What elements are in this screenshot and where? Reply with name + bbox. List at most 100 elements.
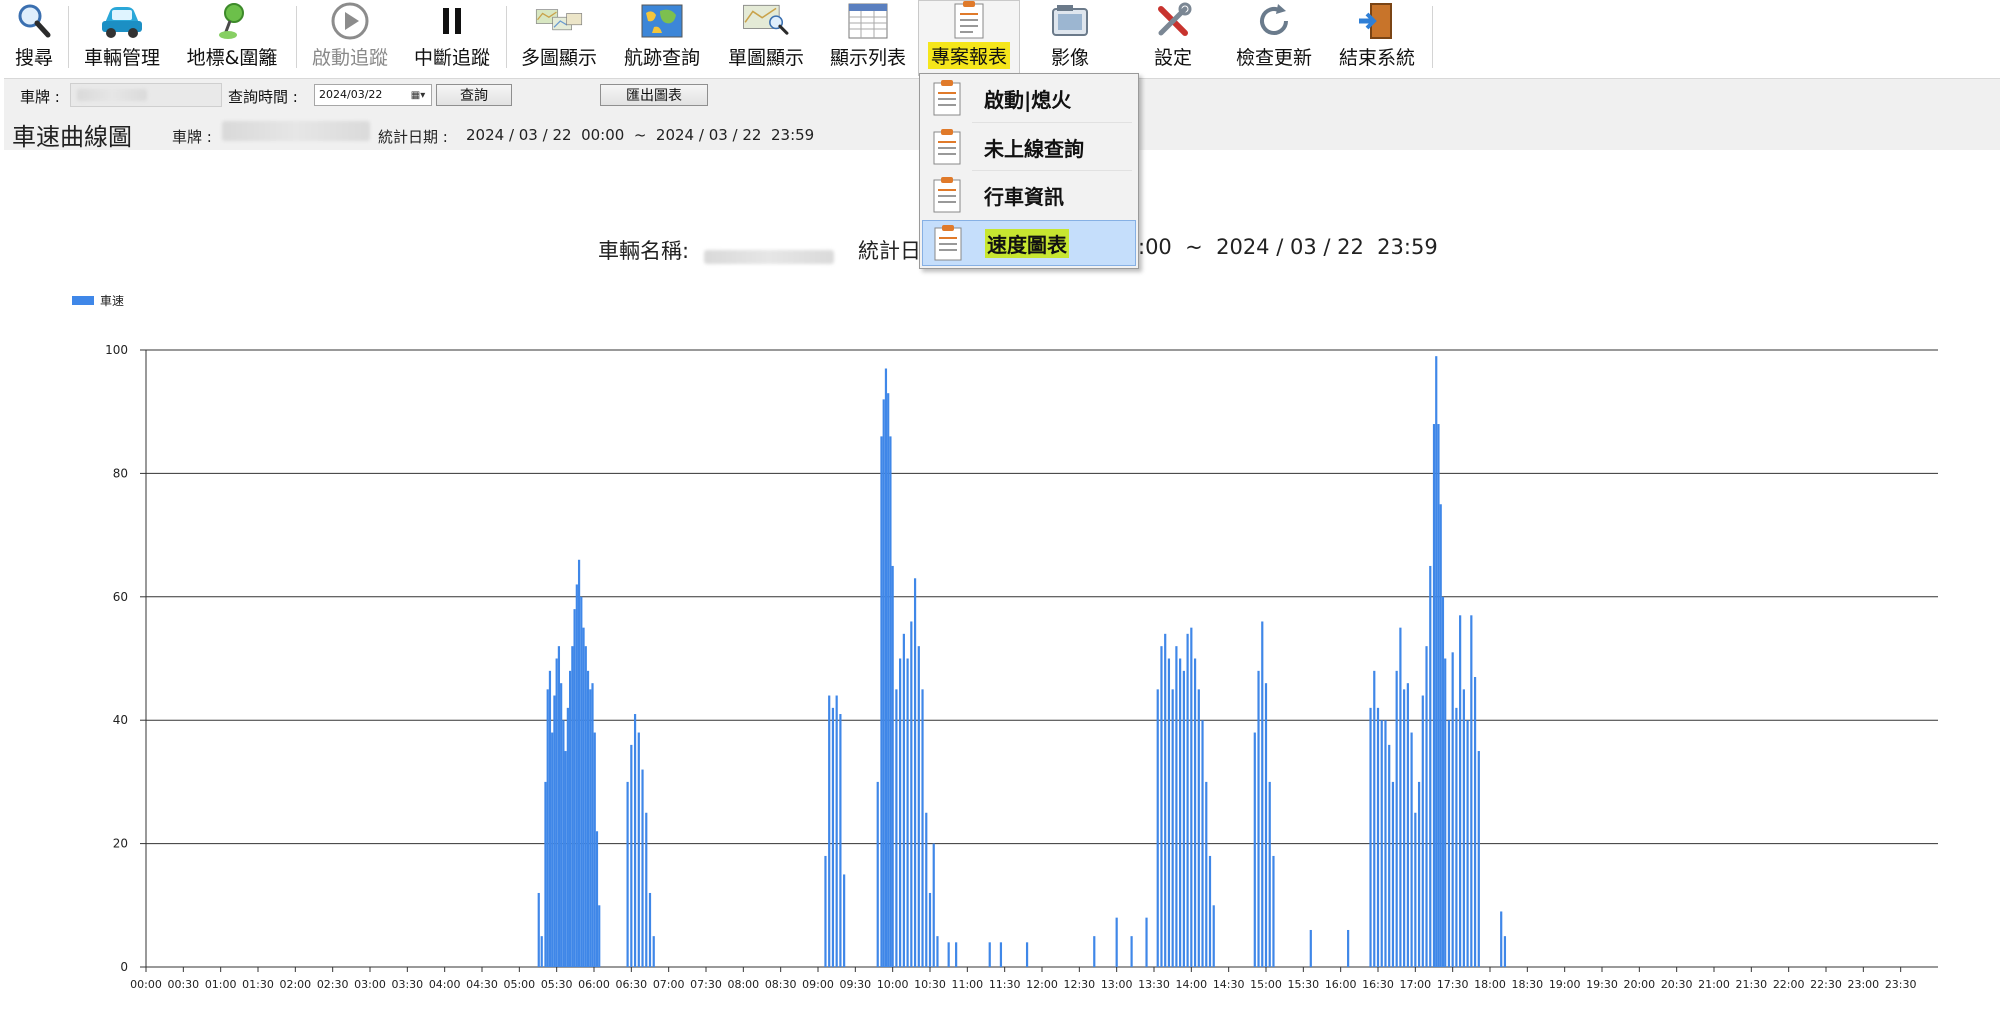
menu-item-speed-chart[interactable]: 速度圖表 bbox=[922, 220, 1136, 266]
redacted-plate bbox=[77, 89, 147, 101]
speed-bar bbox=[1268, 781, 1271, 967]
x-tick-label: 00:30 bbox=[167, 978, 199, 991]
query-date-picker[interactable]: 2024/03/22 ▦▾ bbox=[314, 84, 432, 106]
plate-input[interactable] bbox=[70, 83, 222, 107]
speed-bar bbox=[582, 627, 585, 967]
speed-bar bbox=[1503, 936, 1507, 967]
speed-bar bbox=[1447, 720, 1451, 967]
query-date-value: 2024/03/22 bbox=[319, 88, 383, 101]
x-tick-label: 20:00 bbox=[1623, 978, 1655, 991]
speed-bar bbox=[564, 751, 567, 967]
speed-bar bbox=[1410, 732, 1413, 967]
speed-bar bbox=[1399, 627, 1402, 967]
toolbar-label: 地標&圍籬 bbox=[186, 47, 278, 69]
toolbar-exit-system-button[interactable]: 結束系統 bbox=[1332, 0, 1422, 76]
speed-bar bbox=[880, 436, 883, 967]
speed-bar bbox=[630, 744, 633, 967]
x-tick-label: 04:30 bbox=[466, 978, 498, 991]
speed-bar bbox=[839, 714, 842, 967]
speed-bar bbox=[835, 695, 838, 967]
toolbar-landmark-fence-button[interactable]: 地標&圍籬 bbox=[182, 0, 282, 76]
y-tick-label: 20 bbox=[113, 837, 128, 851]
x-tick-label: 13:00 bbox=[1101, 978, 1133, 991]
pause-icon bbox=[428, 0, 476, 41]
x-tick-label: 00:00 bbox=[130, 978, 162, 991]
speed-bar bbox=[571, 646, 574, 967]
speed-bar bbox=[1435, 356, 1438, 967]
toolbar-separator bbox=[296, 6, 297, 68]
speed-bar bbox=[595, 831, 599, 967]
toolbar-search-button[interactable]: 搜尋 bbox=[8, 0, 60, 76]
toolbar-stop-tracking-button[interactable]: 中斷追蹤 bbox=[408, 0, 496, 76]
stat-date-label: 統計日期 : bbox=[378, 128, 448, 146]
speed-bar bbox=[887, 393, 890, 967]
speed-bar bbox=[999, 942, 1003, 967]
calendar-dropdown-icon[interactable]: ▦▾ bbox=[407, 87, 429, 103]
speed-bar bbox=[1212, 905, 1215, 967]
x-tick-label: 21:00 bbox=[1698, 978, 1730, 991]
speed-bar bbox=[593, 732, 596, 967]
x-tick-label: 12:00 bbox=[1026, 978, 1058, 991]
speed-bar bbox=[902, 633, 905, 967]
speed-bar bbox=[1380, 720, 1383, 967]
car-icon bbox=[98, 0, 146, 41]
speed-bar bbox=[1369, 707, 1372, 967]
speed-bar bbox=[947, 942, 950, 967]
x-tick-label: 14:30 bbox=[1213, 978, 1245, 991]
x-tick-label: 22:30 bbox=[1810, 978, 1842, 991]
speed-bar bbox=[1201, 720, 1204, 967]
world-map-icon bbox=[638, 0, 686, 41]
toolbar-multi-map-button[interactable]: 多圖顯示 bbox=[514, 0, 604, 76]
speed-bar bbox=[1403, 689, 1406, 967]
speed-bar bbox=[1451, 652, 1454, 967]
toolbar-vehicle-management-button[interactable]: 車輛管理 bbox=[78, 0, 166, 76]
toolbar-track-query-button[interactable]: 航跡查詢 bbox=[618, 0, 706, 76]
x-tick-label: 09:00 bbox=[802, 978, 834, 991]
toolbar-image-button[interactable]: 影像 bbox=[1040, 0, 1100, 76]
speed-bar bbox=[1175, 646, 1178, 967]
toolbar-settings-button[interactable]: 設定 bbox=[1144, 0, 1202, 76]
tools-icon bbox=[1149, 0, 1197, 41]
menu-item-driving-info[interactable]: 行車資訊 bbox=[922, 172, 1136, 218]
speed-bar bbox=[1391, 781, 1395, 967]
x-tick-label: 23:30 bbox=[1885, 978, 1917, 991]
toolbar-single-map-button[interactable]: 單圖顯示 bbox=[722, 0, 810, 76]
query-button[interactable]: 查詢 bbox=[436, 84, 512, 106]
menu-separator bbox=[972, 122, 1132, 123]
speed-bar bbox=[1417, 781, 1421, 967]
export-chart-button[interactable]: 匯出圖表 bbox=[600, 84, 708, 106]
toolbar-show-list-button[interactable]: 顯示列表 bbox=[826, 0, 910, 76]
x-tick-label: 16:00 bbox=[1325, 978, 1357, 991]
x-tick-label: 09:30 bbox=[839, 978, 871, 991]
toolbar-label: 檢查更新 bbox=[1235, 47, 1312, 69]
x-tick-label: 06:30 bbox=[615, 978, 647, 991]
x-tick-label: 02:00 bbox=[279, 978, 311, 991]
speed-bar bbox=[645, 812, 648, 967]
report-plate-label: 車牌 : bbox=[172, 128, 212, 146]
speed-bar bbox=[1466, 720, 1469, 967]
speed-bar bbox=[537, 892, 540, 967]
speed-bar bbox=[586, 670, 590, 967]
speed-bar bbox=[936, 936, 939, 967]
toolbar-project-report-button[interactable]: 專案報表 bbox=[918, 0, 1020, 76]
toolbar-check-update-button[interactable]: 檢查更新 bbox=[1228, 0, 1320, 76]
menu-item-label: 速度圖表 bbox=[985, 228, 1069, 258]
x-tick-label: 15:00 bbox=[1250, 978, 1282, 991]
toolbar-start-tracking-button[interactable]: 啟動追蹤 bbox=[306, 0, 394, 76]
x-tick-label: 18:00 bbox=[1474, 978, 1506, 991]
x-tick-label: 19:30 bbox=[1586, 978, 1618, 991]
toolbar-label: 單圖顯示 bbox=[727, 47, 804, 69]
menu-item-ignition[interactable]: 啟動|熄火 bbox=[922, 75, 1136, 121]
x-tick-label: 11:30 bbox=[989, 978, 1021, 991]
speed-bar bbox=[580, 596, 583, 967]
toolbar-label: 啟動追蹤 bbox=[311, 47, 388, 69]
speed-bar bbox=[928, 892, 932, 967]
menu-separator bbox=[972, 170, 1132, 171]
toolbar-label: 設定 bbox=[1153, 47, 1192, 69]
menu-item-offline-query[interactable]: 未上線查詢 bbox=[922, 124, 1136, 170]
toolbar-label: 航跡查詢 bbox=[623, 47, 700, 69]
speed-bar bbox=[828, 695, 831, 967]
refresh-icon bbox=[1250, 0, 1298, 41]
speed-bar bbox=[544, 781, 547, 967]
x-tick-label: 14:00 bbox=[1175, 978, 1207, 991]
